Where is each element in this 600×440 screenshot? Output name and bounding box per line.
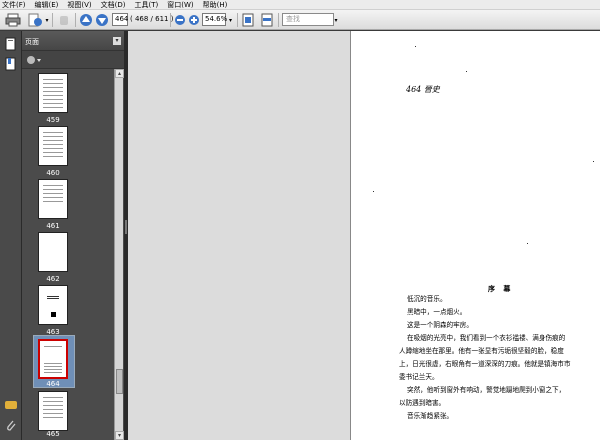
attach-button[interactable] [26, 12, 44, 28]
arrow-up-icon [80, 14, 92, 26]
navigation-strip [0, 31, 22, 440]
fit-width-icon [261, 13, 273, 27]
body-line: 突然，他听到窗外有响动，警觉地蹑地爬到小窗之下， [407, 386, 566, 394]
page-number-input[interactable]: 464 [112, 13, 128, 26]
thumbnail-label: 461 [46, 222, 60, 230]
body-line: 上，日光很虚，右眼角有一道深深的刀痕。他就是镇海市市 [399, 360, 571, 368]
thumbnail-label: 460 [46, 169, 60, 177]
splitter-grip-icon[interactable] [125, 220, 127, 234]
separator [75, 13, 76, 27]
options-icon[interactable] [25, 54, 41, 66]
arrow-down-icon [96, 14, 108, 26]
fit-width-button[interactable] [259, 12, 275, 28]
search-dropdown[interactable]: ▾ [333, 12, 339, 28]
hand-button[interactable] [55, 12, 73, 28]
zoom-in-icon [188, 15, 199, 25]
body-line: 黑暗中，一点烟火。 [407, 308, 467, 316]
document-page: 464 晉史 序 幕 低沉的音乐。 黑暗中，一点烟火。 这是一个阴森的牢房。 在… [350, 31, 600, 440]
menu-file[interactable]: 文件(F) [2, 0, 26, 10]
page-thumbnail[interactable] [38, 391, 68, 431]
panel-scrollbar[interactable]: ▴ ▾ [114, 69, 124, 440]
fit-page-icon [242, 13, 254, 27]
page-thumbnail[interactable] [38, 73, 68, 113]
panel-title: 页面 [25, 38, 39, 46]
print-button[interactable] [4, 12, 22, 28]
zoom-out-icon [174, 15, 185, 25]
section-title: 序 幕 [488, 284, 514, 293]
page-thumbnail[interactable] [38, 339, 68, 379]
comments-icon[interactable] [4, 398, 18, 412]
page-thumbnail[interactable] [38, 232, 68, 272]
document-share-icon [28, 13, 42, 27]
running-header: 464 晉史 [406, 85, 440, 94]
pages-panel: 页面 ▾ 459 460 461 462 463 464 465 [22, 31, 124, 440]
pages-icon[interactable] [4, 37, 18, 51]
body-line: 委书记兰天。 [399, 373, 439, 381]
body-line: 在吸烟的光亮中，我们看到一个衣衫褴褛、满身伤痕的 [407, 334, 566, 342]
separator [52, 13, 53, 27]
thumbnail-label: 462 [46, 275, 60, 283]
body-line: 这是一个阴森的牢房。 [407, 321, 473, 329]
hand-icon [60, 16, 68, 25]
zoom-dropdown[interactable]: ▾ [227, 12, 234, 28]
body-line: 人蹲缩地坐在那里。他有一张显有污垢很坚毅的脸，稳度 [399, 347, 564, 355]
search-input[interactable]: 查找 [282, 13, 334, 26]
zoom-level-input[interactable]: 54.6% [202, 13, 227, 26]
body-line: 以防遇到暗害。 [399, 399, 446, 407]
menu-window[interactable]: 窗口(W) [167, 0, 193, 10]
zoom-out-button[interactable] [173, 12, 186, 28]
menu-view[interactable]: 视图(V) [67, 0, 91, 10]
scroll-down-icon[interactable]: ▾ [115, 431, 124, 440]
page-thumbnail[interactable] [38, 126, 68, 166]
scrollbar-thumb[interactable] [116, 369, 123, 394]
thumbnail-item-464-selected[interactable]: 464 [33, 335, 75, 388]
thumbnail-label: 464 [46, 380, 60, 388]
thumbnail-list: 459 460 461 462 463 464 465 [22, 69, 114, 440]
zoom-in-button[interactable] [187, 12, 200, 28]
menu-help[interactable]: 帮助(H) [203, 0, 228, 10]
attach-dropdown[interactable]: ▾ [44, 12, 50, 28]
body-line: 低沉的音乐。 [407, 295, 447, 303]
thumbnail-label: 465 [46, 430, 60, 438]
panel-options-bar [22, 51, 124, 69]
panel-header: 页面 ▾ [22, 31, 124, 51]
thumbnail-label: 459 [46, 116, 60, 124]
toolbar: ▾ 464 ( 468 / 611 ) 54.6% ▾ 查找 ▾ [0, 10, 600, 30]
separator [278, 13, 279, 27]
previous-page-button[interactable] [78, 12, 94, 28]
separator [170, 13, 171, 27]
fit-page-button[interactable] [240, 12, 256, 28]
panel-menu-button[interactable]: ▾ [113, 37, 121, 45]
page-count-label: ( 468 / 611 ) [130, 15, 174, 23]
printer-icon [5, 13, 21, 27]
bookmarks-icon[interactable] [4, 57, 18, 71]
menu-bar: 文件(F) 编辑(E) 视图(V) 文档(D) 工具(T) 窗口(W) 帮助(H… [0, 0, 600, 10]
separator [237, 13, 238, 27]
body-line: 音乐渐趋紧张。 [407, 412, 454, 420]
next-page-button[interactable] [94, 12, 110, 28]
page-thumbnail[interactable] [38, 285, 68, 325]
paperclip-icon[interactable] [4, 419, 18, 433]
menu-document[interactable]: 文档(D) [101, 0, 126, 10]
document-view: 464 晉史 序 幕 低沉的音乐。 黑暗中，一点烟火。 这是一个阴森的牢房。 在… [128, 31, 600, 440]
menu-edit[interactable]: 编辑(E) [35, 0, 59, 10]
page-thumbnail[interactable] [38, 179, 68, 219]
scroll-up-icon[interactable]: ▴ [115, 69, 124, 78]
menu-tools[interactable]: 工具(T) [135, 0, 159, 10]
